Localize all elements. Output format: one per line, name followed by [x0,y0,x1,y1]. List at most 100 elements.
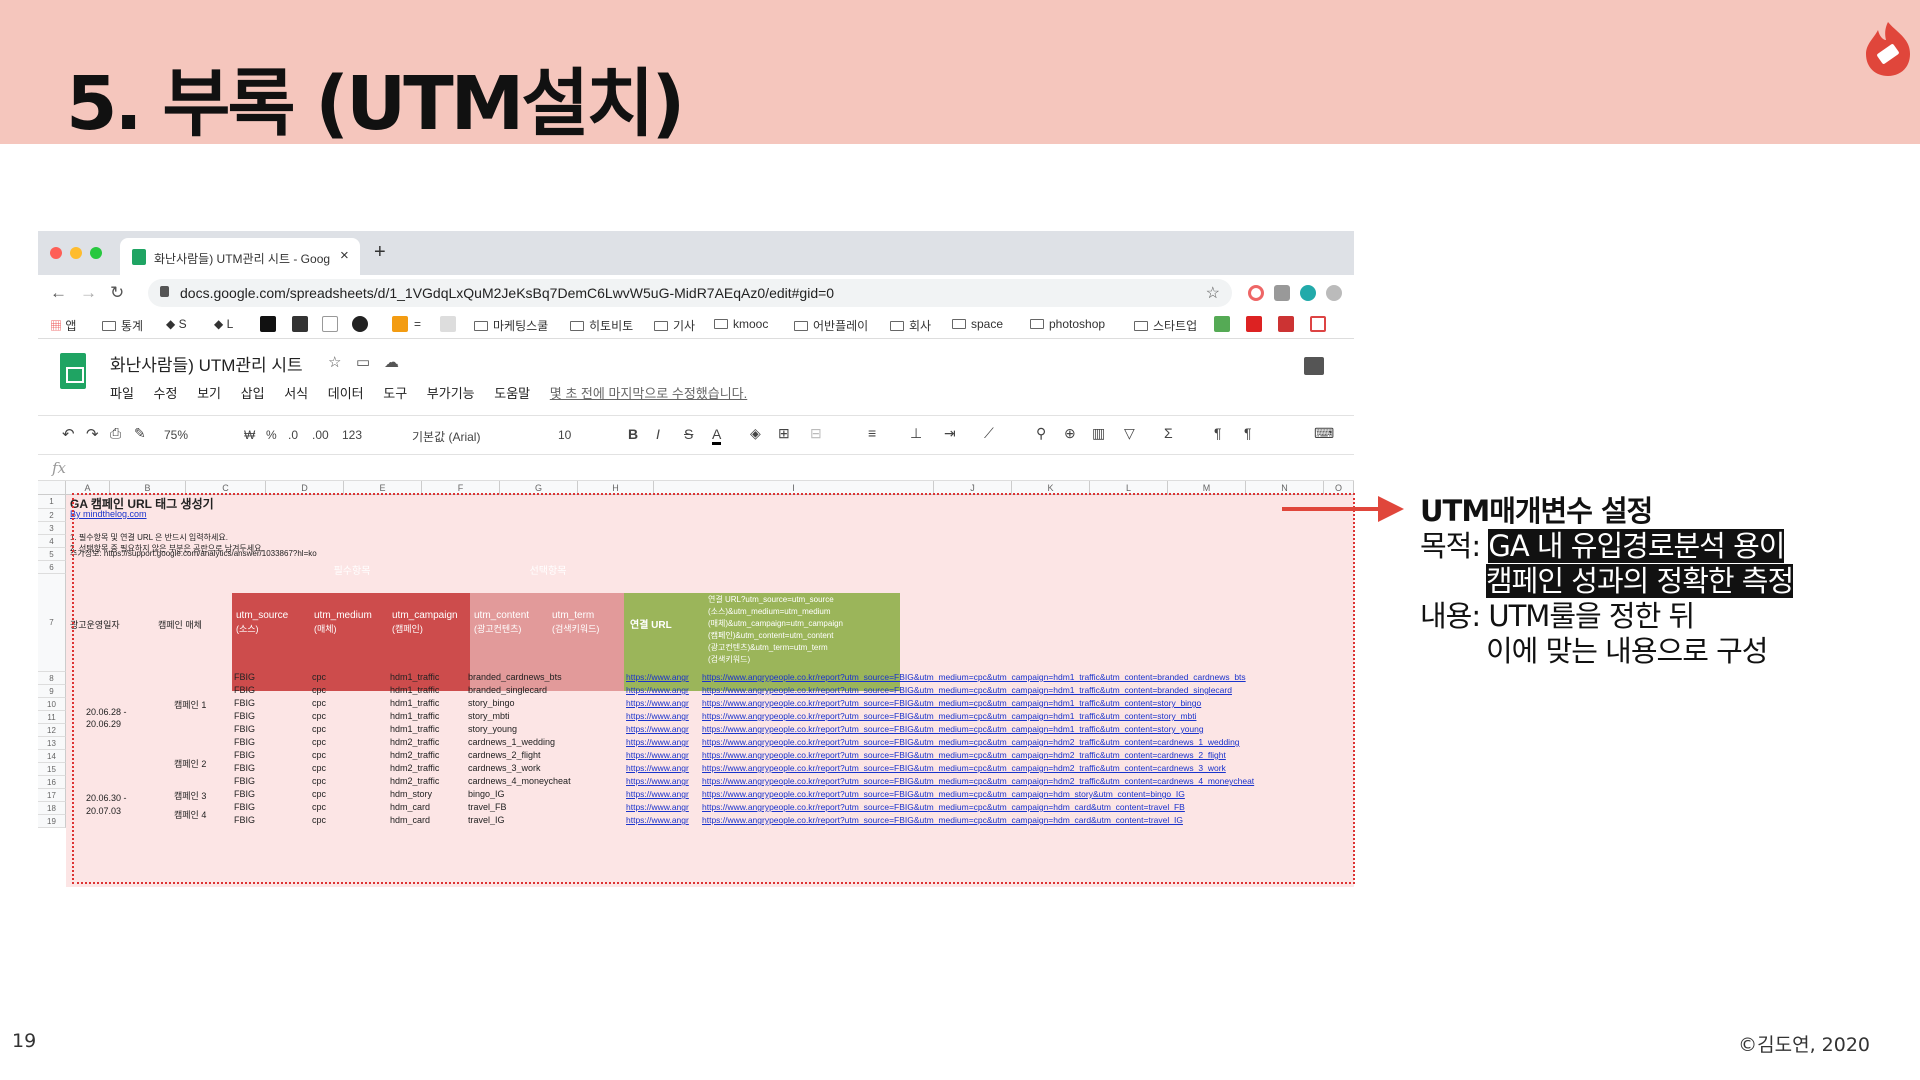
close-window-icon[interactable] [50,247,62,259]
strikethrough-button[interactable]: S [684,426,693,442]
currency-button[interactable]: ₩ [244,428,255,442]
menu-tools[interactable]: 도구 [383,386,407,401]
back-icon[interactable]: ← [50,283,67,303]
sheets-logo-icon[interactable] [60,353,86,389]
insert-chart-icon[interactable]: ▥ [1092,425,1105,442]
bookmark-folder[interactable]: 어반플레이 [794,317,868,334]
ltr-icon[interactable]: ¶ [1214,425,1222,441]
move-folder-icon[interactable]: ▭ [356,353,370,371]
cloud-status-icon[interactable]: ☁ [384,353,399,371]
doc-title[interactable]: 화난사람들) UTM관리 시트 [110,351,303,376]
decrease-decimal-button[interactable]: .0 [288,428,298,442]
increase-decimal-button[interactable]: .00 [312,428,329,442]
menu-format[interactable]: 서식 [284,386,308,401]
menu-data[interactable]: 데이터 [328,386,364,401]
menu-addons[interactable]: 부가기능 [427,386,475,401]
minimize-window-icon[interactable] [70,247,82,259]
extension-icon[interactable] [1326,285,1342,301]
row-header[interactable]: 8 [38,672,66,685]
row-header[interactable]: 1 [38,495,66,509]
menu-view[interactable]: 보기 [197,386,221,401]
bookmark-tag-icon[interactable] [440,316,456,332]
bookmark-folder[interactable]: 마케팅스쿨 [474,317,548,334]
bookmark-folder[interactable]: 회사 [890,317,931,334]
functions-icon[interactable]: Σ [1164,425,1173,441]
new-tab-button[interactable]: + [374,241,386,264]
last-edit-link[interactable]: 몇 초 전에 마지막으로 수정했습니다. [550,386,747,401]
bookmark-helmet-icon[interactable] [352,316,368,332]
code-extension-icon[interactable] [1274,285,1290,301]
borders-icon[interactable]: ⊞ [778,425,790,442]
bookmark-m-icon[interactable] [260,316,276,332]
bookmark-s-icon[interactable] [1278,316,1294,332]
reload-icon[interactable]: ↻ [110,283,124,303]
row-header[interactable]: 12 [38,724,66,737]
gmail-icon[interactable] [1310,316,1326,332]
row-header[interactable]: 14 [38,750,66,763]
bookmark-folder[interactable]: kmooc [714,317,768,331]
menu-help[interactable]: 도움말 [494,386,530,401]
star-icon[interactable]: ☆ [328,353,341,371]
redo-icon[interactable]: ↷ [86,425,99,443]
print-icon[interactable]: ⎙ [110,425,121,442]
row-header[interactable]: 16 [38,776,66,789]
row-header[interactable]: 11 [38,711,66,724]
row-header[interactable]: 6 [38,561,66,574]
link-icon[interactable]: ⚲ [1036,425,1046,442]
browser-tab[interactable]: 화난사람들) UTM관리 시트 - Goog × [120,238,360,275]
row-header[interactable]: 5 [38,548,66,561]
undo-icon[interactable]: ↶ [62,425,75,443]
bookmark-folder[interactable]: space [952,317,1003,331]
rotate-icon[interactable]: ⟋ [984,425,994,442]
format-select[interactable]: 123 [342,428,362,442]
select-all-corner[interactable] [38,481,66,495]
bookmark-folder[interactable]: 히토비토 [570,317,633,334]
bookmark-apps[interactable]: ▦ 앱 [50,317,76,334]
bookmark-p-icon[interactable] [322,316,338,332]
bookmark-n-icon[interactable] [392,316,408,332]
row-header[interactable]: 10 [38,698,66,711]
bold-button[interactable]: B [628,426,638,442]
formula-bar[interactable]: fx [38,455,1354,481]
filter-icon[interactable]: ▽ [1124,425,1135,442]
input-tools-icon[interactable]: ⌨ [1314,425,1334,442]
bookmark-folder[interactable]: 통계 [102,317,143,334]
fill-color-icon[interactable]: ◈ [750,425,761,442]
percent-button[interactable]: % [266,428,277,442]
bookmark-l[interactable]: ◆ L [214,317,233,331]
align-icon[interactable]: ≡ [868,425,876,441]
row-header[interactable]: 19 [38,815,66,828]
row-header[interactable]: 3 [38,522,66,535]
maximize-window-icon[interactable] [90,247,102,259]
paint-format-icon[interactable]: ✎ [134,425,146,442]
bookmark-t-icon[interactable] [1246,316,1262,332]
bookmark-s[interactable]: ◆ S [166,317,187,331]
address-bar[interactable]: docs.google.com/spreadsheets/d/1_1VGdqLx… [148,279,1232,307]
close-tab-icon[interactable]: × [340,247,349,264]
menu-insert[interactable]: 삽입 [241,386,265,401]
bookmark-folder[interactable]: 기사 [654,317,695,334]
row-header[interactable]: 2 [38,509,66,522]
extension-icon[interactable] [1248,285,1264,301]
text-color-button[interactable]: A [712,426,722,445]
row-header[interactable]: 9 [38,685,66,698]
comment-icon[interactable] [1304,357,1324,375]
vertical-align-icon[interactable]: ⊥ [910,425,922,442]
bookmark-icon[interactable] [1214,316,1230,332]
zoom-select[interactable]: 75% [164,428,188,442]
menu-file[interactable]: 파일 [110,386,134,401]
merge-cells-icon[interactable]: ⊟ [810,425,822,442]
bookmark-eq[interactable]: = [414,317,421,331]
row-header[interactable]: 7 [38,574,66,672]
italic-button[interactable]: I [656,426,660,442]
row-header[interactable]: 18 [38,802,66,815]
row-header[interactable]: 4 [38,535,66,548]
menu-edit[interactable]: 수정 [154,386,178,401]
font-size-select[interactable]: 10 [558,428,571,442]
forward-icon[interactable]: → [80,283,97,303]
bookmark-folder[interactable]: photoshop [1030,317,1105,331]
row-header[interactable]: 15 [38,763,66,776]
font-select[interactable]: 기본값 (Arial) [412,428,480,445]
bookmark-folder[interactable]: 스타트업 [1134,317,1197,334]
bookmark-star-icon[interactable]: ☆ [1206,283,1220,303]
